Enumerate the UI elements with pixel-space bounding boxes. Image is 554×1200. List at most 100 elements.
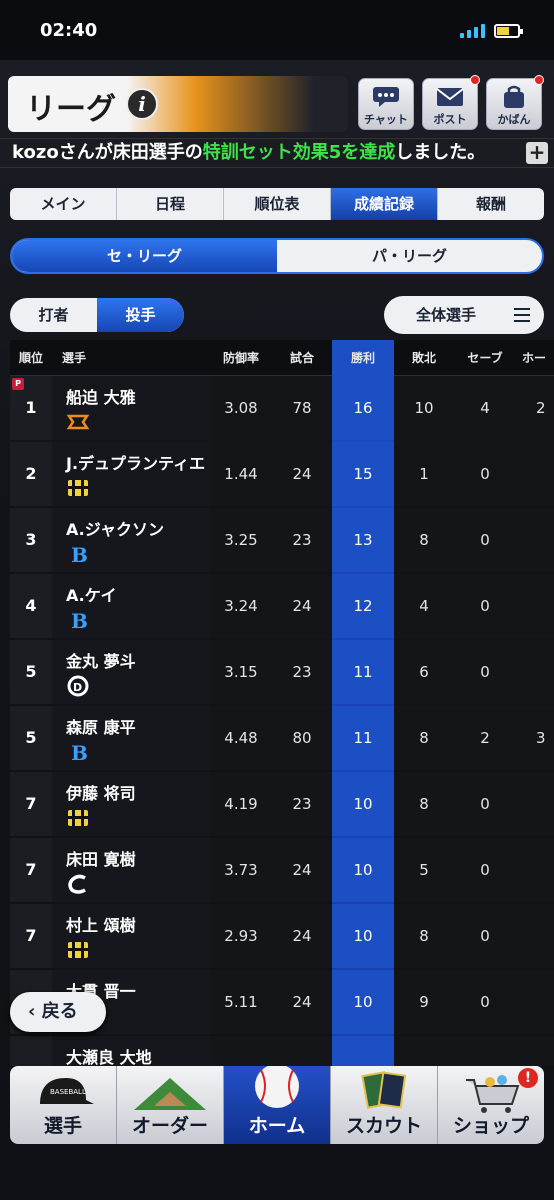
p-badge-icon: P: [12, 378, 24, 390]
chat-icon: [373, 87, 399, 107]
nav-players[interactable]: BASEBALL 選手: [10, 1066, 117, 1144]
player-cell[interactable]: 船迫 大雅: [52, 376, 210, 440]
table-row[interactable]: 7 床田 寛樹 3.73 24 10 5 0: [10, 838, 554, 902]
player-name: J.デュプランティエ: [66, 454, 206, 473]
rank-value: 5: [25, 728, 37, 747]
holds-value: [516, 904, 554, 968]
nav-players-label: 選手: [43, 1115, 82, 1137]
games-value: 24: [292, 597, 312, 615]
player-name: 森原 康平: [66, 718, 136, 737]
chat-button[interactable]: チャット: [358, 78, 414, 130]
losses-value: 10: [414, 399, 434, 417]
col-saves[interactable]: セーブ: [454, 340, 516, 376]
nav-order[interactable]: オーダー: [117, 1066, 224, 1144]
losses-value: 8: [419, 795, 429, 813]
page-header: リーグ i: [8, 76, 348, 132]
table-row[interactable]: 2 J.デュプランティエ 1.44 24 15 1 0: [10, 442, 554, 506]
player-cell[interactable]: 大瀬良 大地: [52, 1036, 210, 1066]
back-button[interactable]: ‹ 戻る: [10, 992, 106, 1032]
ticker-text-end: しました。: [395, 142, 486, 163]
bag-button[interactable]: かばん: [486, 75, 544, 130]
games-value: 24: [292, 927, 312, 945]
tab-main[interactable]: メイン: [10, 188, 117, 220]
table-row[interactable]: 5 森原 康平 B 4.48 80 11 8 2 3: [10, 706, 554, 770]
col-holds[interactable]: ホー: [516, 340, 554, 376]
team-logo-icon: B: [66, 608, 90, 633]
nav-shop[interactable]: ! ショップ: [438, 1066, 544, 1144]
player-cell[interactable]: A.ケイ B: [52, 574, 210, 638]
saves-value: 2: [480, 729, 490, 747]
bag-label: かばん: [497, 113, 531, 126]
holds-value: [516, 508, 554, 572]
tab-pitchers[interactable]: 投手: [97, 298, 184, 332]
tab-rewards[interactable]: 報酬: [438, 188, 544, 220]
saves-value: 0: [480, 531, 490, 549]
nav-home[interactable]: ホーム: [224, 1066, 331, 1144]
saves-value: 0: [480, 795, 490, 813]
tab-pacific-league[interactable]: パ・リーグ: [277, 240, 542, 272]
tab-schedule[interactable]: 日程: [117, 188, 224, 220]
losses-value: 6: [419, 663, 429, 681]
col-era[interactable]: 防御率: [210, 340, 272, 376]
nav-scout[interactable]: スカウト: [331, 1066, 438, 1144]
info-icon[interactable]: i: [126, 88, 158, 120]
player-cell[interactable]: J.デュプランティエ: [52, 442, 210, 506]
wins-value: [332, 1036, 394, 1066]
tab-standings[interactable]: 順位表: [224, 188, 331, 220]
rank-cell: 7: [10, 772, 52, 836]
table-row[interactable]: 大瀬良 大地: [10, 1036, 554, 1066]
era-value: 2.93: [224, 927, 258, 945]
col-wins[interactable]: 勝利: [332, 340, 394, 376]
col-losses[interactable]: 敗北: [394, 340, 454, 376]
player-cell[interactable]: 森原 康平 B: [52, 706, 210, 770]
col-player[interactable]: 選手: [62, 340, 122, 376]
table-row[interactable]: 4 A.ケイ B 3.24 24 12 4 0: [10, 574, 554, 638]
games-value: 23: [292, 663, 312, 681]
cards-icon: [361, 1071, 407, 1109]
saves-value: 0: [480, 663, 490, 681]
saves-value: 0: [480, 465, 490, 483]
losses-value: 4: [419, 597, 429, 615]
bag-icon: [504, 85, 524, 108]
col-games[interactable]: 試合: [272, 340, 332, 376]
era-value: 3.15: [224, 663, 258, 681]
svg-text:B: B: [71, 543, 88, 566]
tab-stats[interactable]: 成績記録: [331, 188, 438, 220]
player-cell[interactable]: 伊藤 将司: [52, 772, 210, 836]
rank-value: 4: [25, 596, 37, 615]
table-row[interactable]: 7 伊藤 将司 4.19 23 10 8 0: [10, 772, 554, 836]
wins-value: 15: [332, 442, 394, 506]
player-cell[interactable]: 村上 頌樹: [52, 904, 210, 968]
rank-cell: 5: [10, 706, 52, 770]
player-cell[interactable]: 金丸 夢斗 D: [52, 640, 210, 704]
nav-home-label: ホーム: [248, 1115, 306, 1137]
rank-value: 7: [25, 860, 37, 879]
battery-icon: [494, 24, 523, 38]
menu-icon: [514, 308, 530, 322]
player-cell[interactable]: 床田 寛樹: [52, 838, 210, 902]
player-filter-button[interactable]: 全体選手: [384, 296, 544, 334]
tab-batters[interactable]: 打者: [10, 298, 97, 332]
losses-value: [394, 1036, 454, 1066]
table-row[interactable]: P 1 船迫 大雅 3.08 78 16 10 4 2: [10, 376, 554, 440]
player-name: 伊藤 将司: [66, 784, 136, 803]
table-row[interactable]: 5 金丸 夢斗 D 3.15 23 11 6 0: [10, 640, 554, 704]
losses-value: 5: [419, 861, 429, 879]
saves-value: 4: [480, 399, 490, 417]
post-label: ポスト: [433, 113, 467, 126]
player-name: 船迫 大雅: [66, 388, 136, 407]
games-value: 24: [292, 861, 312, 879]
col-rank[interactable]: 順位: [10, 340, 52, 376]
games-value: [272, 1036, 332, 1066]
table-header: 順位 選手 防御率 試合 勝利 敗北 セーブ ホー: [10, 340, 554, 376]
tab-central-league[interactable]: セ・リーグ: [12, 240, 277, 272]
post-button[interactable]: ポスト: [422, 75, 480, 130]
player-cell[interactable]: A.ジャクソン B: [52, 508, 210, 572]
table-row[interactable]: 7 村上 頌樹 2.93 24 10 8 0: [10, 904, 554, 968]
team-logo-icon: D: [66, 674, 90, 698]
era-value: 3.25: [224, 531, 258, 549]
nav-order-label: オーダー: [131, 1115, 208, 1137]
games-value: 23: [292, 795, 312, 813]
plus-icon[interactable]: +: [526, 142, 548, 164]
table-row[interactable]: 3 A.ジャクソン B 3.25 23 13 8 0: [10, 508, 554, 572]
